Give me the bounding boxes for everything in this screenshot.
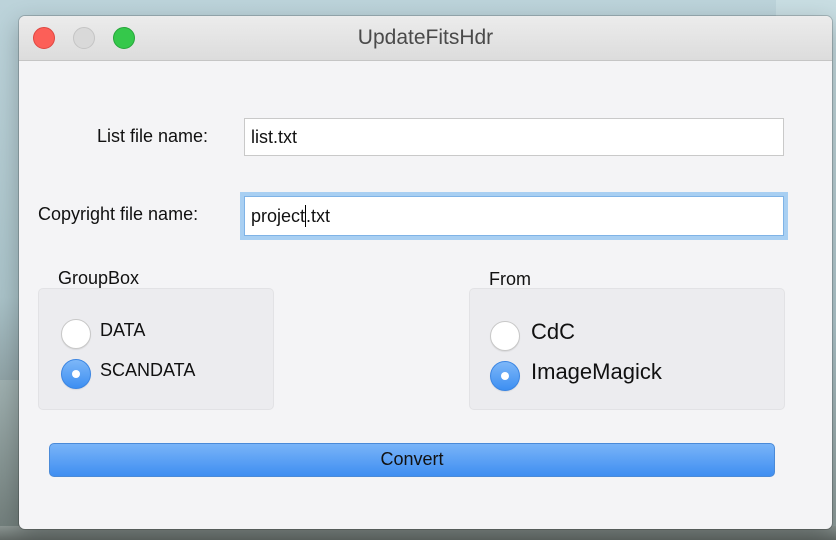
copyright-file-label: Copyright file name: xyxy=(38,204,199,224)
radio-scandata[interactable] xyxy=(61,359,91,389)
groupbox-panel: DATA SCANDATA xyxy=(38,288,274,410)
from-group-title: From xyxy=(489,269,531,289)
list-file-label: List file name: xyxy=(97,126,209,146)
radio-cdc-label[interactable]: CdC xyxy=(531,319,575,345)
copyright-file-value-end: .txt xyxy=(306,205,331,226)
radio-scandata-label[interactable]: SCANDATA xyxy=(100,360,195,381)
from-group-panel: CdC ImageMagick xyxy=(469,288,785,410)
list-file-input[interactable]: list.txt xyxy=(244,118,784,156)
window-title: UpdateFitsHdr xyxy=(357,26,494,49)
radio-data-label[interactable]: DATA xyxy=(100,320,145,341)
radio-cdc[interactable] xyxy=(490,321,520,351)
copyright-file-value-start: project xyxy=(251,205,306,226)
app-window: UpdateFitsHdr List file name: list.txt C… xyxy=(19,16,832,529)
list-file-value: list.txt xyxy=(251,126,298,147)
copyright-file-input[interactable]: project .txt xyxy=(244,196,784,236)
radio-imagemagick[interactable] xyxy=(490,361,520,391)
convert-button[interactable]: Convert xyxy=(49,443,775,477)
groupbox-title: GroupBox xyxy=(58,268,140,288)
title-bar[interactable]: UpdateFitsHdr xyxy=(19,16,832,61)
radio-imagemagick-label[interactable]: ImageMagick xyxy=(531,359,662,385)
radio-data[interactable] xyxy=(61,319,91,349)
